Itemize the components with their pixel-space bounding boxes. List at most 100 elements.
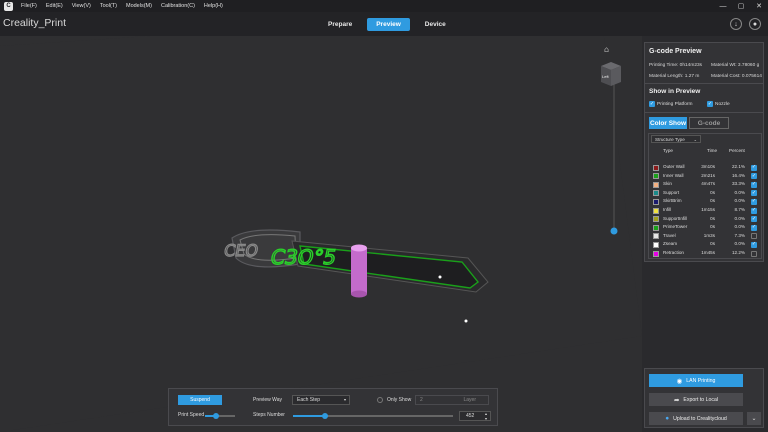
menu-view[interactable]: View(V) (72, 3, 91, 9)
steps-number-input[interactable]: 452 ▴ ▾ (459, 411, 491, 421)
wifi-icon: ◉ (676, 377, 683, 385)
legend-visibility-checkbox[interactable]: ✓ (751, 241, 757, 248)
legend-visibility-checkbox[interactable]: ✓ (751, 173, 757, 180)
menu-tool[interactable]: Tool(T) (100, 3, 117, 9)
legend-type: SupportInfill (663, 215, 688, 221)
legend-percent: 0.0% (734, 224, 745, 230)
preview-way-label: Preview Way (253, 397, 282, 403)
legend-percent: 12.2% (731, 250, 745, 255)
legend-visibility-checkbox[interactable] (751, 233, 757, 240)
legend-row: Travel 1m3s 7.3% (649, 233, 763, 240)
steps-slider-fill (293, 415, 325, 417)
gcode-button[interactable]: G-code (689, 117, 729, 129)
material-cost: Material Cost: 0.075614 (711, 74, 762, 79)
divider (645, 83, 763, 84)
color-swatch (653, 207, 659, 214)
legend-time: 0s (710, 215, 715, 221)
printing-platform-checkbox[interactable]: ✓ Printing Platform (649, 101, 692, 107)
menu-calibration[interactable]: Calibration(C) (161, 3, 195, 9)
title-bar: Creality_Print Prepare Preview Device ↓ … (0, 12, 768, 36)
legend-percent: 22.1% (731, 164, 745, 169)
checkbox-icon: ✓ (707, 100, 713, 107)
download-icon[interactable]: ↓ (730, 18, 742, 30)
checkbox-icon: ✓ (649, 100, 655, 107)
color-swatch (653, 224, 659, 231)
3d-viewport[interactable]: C3O°5 CEO ⌂ Left (0, 36, 642, 432)
legend-percent: 0.0% (734, 189, 745, 195)
legend-time: 0s (710, 241, 715, 247)
legend-type: PrimeTower (663, 224, 688, 230)
menu-bar: C File(F) Edit(E) View(V) Tool(T) Models… (0, 0, 768, 12)
color-swatch (653, 173, 659, 180)
legend-type: Travel (663, 232, 676, 238)
legend-visibility-checkbox[interactable]: ✓ (751, 164, 757, 171)
structure-legend: Structure Type ⌄ Type Time Percent Outer… (648, 133, 762, 259)
nozzle-checkbox[interactable]: ✓ Nozzle (707, 101, 730, 107)
structure-type-dropdown[interactable]: Structure Type ⌄ (651, 135, 701, 143)
only-show-value: 2 (420, 397, 423, 403)
color-swatch (653, 164, 659, 171)
legend-percent: 0.0% (734, 215, 745, 221)
chevron-down-icon[interactable]: ⌄ (747, 412, 761, 425)
legend-time: 3m10s (701, 164, 715, 169)
lan-printing-button[interactable]: ◉ LAN Printing (649, 374, 743, 387)
suspend-button[interactable]: Suspend (178, 395, 222, 405)
model-scene: C3O°5 CEO ⌂ (0, 36, 642, 432)
home-icon: ⌂ (604, 45, 609, 54)
export-panel: ◉ LAN Printing ➦ Export to Local ● Uploa… (644, 368, 764, 428)
close-button[interactable]: ✕ (750, 0, 768, 12)
legend-time: 1m15s (701, 207, 715, 212)
color-swatch (653, 181, 659, 188)
legend-row: Retraction 1m45s 12.2% (649, 250, 763, 257)
creality-logo-icon: C (4, 1, 13, 11)
nozzle-label: Nozzle (715, 101, 730, 107)
user-account-icon[interactable]: ● (749, 18, 761, 30)
divider (645, 112, 763, 113)
export-local-button[interactable]: ➦ Export to Local (649, 393, 743, 406)
preview-way-select[interactable]: Each Step ▾ (292, 395, 350, 405)
legend-visibility-checkbox[interactable]: ✓ (751, 190, 757, 197)
window-controls: — ▢ ✕ (714, 0, 768, 12)
legend-visibility-checkbox[interactable]: ✓ (751, 198, 757, 205)
header-percent: Percent (729, 148, 745, 153)
menu-file[interactable]: File(F) (21, 3, 37, 9)
legend-visibility-checkbox[interactable] (751, 250, 757, 257)
legend-row: Skin 4m47s 33.3% ✓ (649, 181, 763, 188)
menu-help[interactable]: Help(H) (204, 3, 223, 9)
legend-visibility-checkbox[interactable]: ✓ (751, 181, 757, 188)
only-show-radio[interactable] (377, 397, 383, 403)
legend-visibility-checkbox[interactable]: ✓ (751, 207, 757, 214)
tab-preview[interactable]: Preview (367, 18, 410, 31)
legend-time: 1m3s (703, 232, 715, 238)
chevron-down-icon: ▾ (343, 397, 346, 402)
upload-cloud-button[interactable]: ● Upload to Crealitycloud (649, 412, 743, 425)
steps-number-label: Steps Number (253, 412, 285, 418)
only-show-input[interactable]: 2 Layer (415, 395, 489, 405)
minimize-button[interactable]: — (714, 0, 732, 12)
spin-arrows-icon[interactable]: ▴ ▾ (485, 411, 487, 421)
legend-percent: 0.0% (734, 198, 745, 204)
legend-row: Outer Wall 3m10s 22.1% ✓ (649, 164, 763, 171)
legend-time: 0s (710, 189, 715, 195)
panel-title: G-code Preview (649, 48, 702, 55)
upload-cloud-label: Upload to Crealitycloud (673, 415, 727, 422)
print-speed-knob[interactable] (213, 413, 219, 419)
color-show-button[interactable]: Color Show (649, 117, 687, 129)
legend-type: Inner Wall (663, 172, 684, 178)
cloud-icon: ● (665, 415, 670, 422)
maximize-button[interactable]: ▢ (732, 0, 750, 12)
tab-prepare[interactable]: Prepare (319, 18, 361, 31)
legend-type: Skin (663, 181, 672, 187)
menu-models[interactable]: Models(M) (126, 3, 152, 9)
layer-slider-knob (610, 227, 618, 235)
export-arrow-icon: ➦ (673, 396, 680, 404)
legend-visibility-checkbox[interactable]: ✓ (751, 224, 757, 231)
color-swatch (653, 190, 659, 197)
header-time: Time (707, 148, 718, 153)
menu-edit[interactable]: Edit(E) (46, 3, 63, 9)
tab-device[interactable]: Device (416, 18, 455, 31)
svg-text:C3O°5: C3O°5 (268, 245, 338, 269)
steps-slider-knob[interactable] (322, 413, 328, 419)
only-show-label: Only Show (387, 397, 412, 403)
legend-visibility-checkbox[interactable]: ✓ (751, 216, 757, 223)
